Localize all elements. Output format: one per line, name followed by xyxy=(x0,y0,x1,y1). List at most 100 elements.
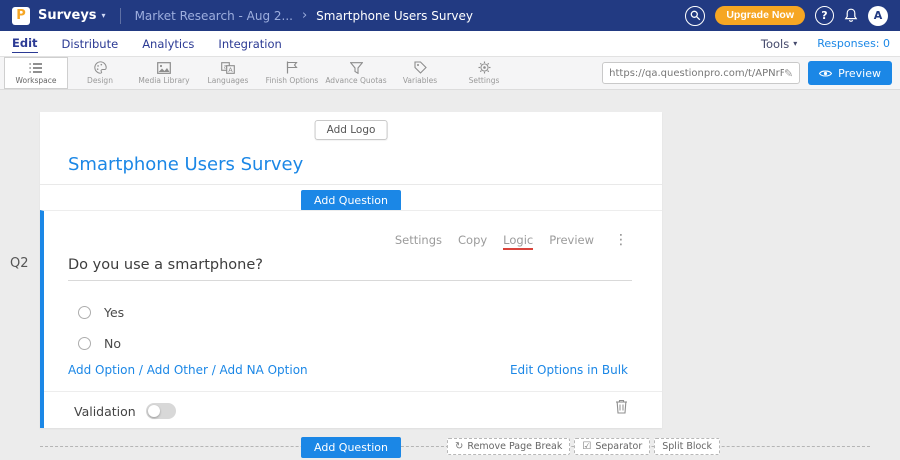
page-break-controls: ↻ Remove Page Break ☑ Separator Split Bl… xyxy=(447,438,720,455)
svg-text:A: A xyxy=(228,65,233,73)
question-actions: Settings Copy Logic Preview ⋮ xyxy=(395,233,628,250)
kebab-menu-icon[interactable]: ⋮ xyxy=(614,233,628,247)
languages-icon: a A xyxy=(221,62,235,74)
breadcrumb-chevron-icon: › xyxy=(302,8,307,23)
breadcrumb-parent[interactable]: Market Research - Aug 2... xyxy=(135,9,293,23)
remove-page-break-icon: ↻ xyxy=(455,441,463,452)
question-action-preview[interactable]: Preview xyxy=(549,233,594,247)
tab-analytics[interactable]: Analytics xyxy=(142,35,194,53)
bell-icon xyxy=(844,8,858,23)
divider xyxy=(40,184,662,185)
search-button[interactable] xyxy=(685,6,705,26)
question-block: Settings Copy Logic Preview ⋮ Do you use… xyxy=(40,210,662,428)
notifications-button[interactable] xyxy=(844,8,858,23)
remove-page-break-button[interactable]: ↻ Remove Page Break xyxy=(447,438,570,455)
validation-row: Validation xyxy=(74,403,176,419)
separator-icon: ☑ xyxy=(582,441,591,452)
toolbar-item-label: Advance Quotas xyxy=(325,76,386,85)
breadcrumb-current: Smartphone Users Survey xyxy=(316,9,473,23)
question-action-logic[interactable]: Logic xyxy=(503,233,533,250)
split-block-button[interactable]: Split Block xyxy=(654,438,720,455)
survey-url-input[interactable] xyxy=(609,68,784,79)
advance-quotas-icon xyxy=(350,62,363,74)
tab-integration[interactable]: Integration xyxy=(218,35,281,53)
upgrade-button[interactable]: Upgrade Now xyxy=(715,6,805,25)
app-name-label: Surveys xyxy=(38,8,97,23)
question-code: Q2 xyxy=(10,256,29,271)
help-button[interactable]: ? xyxy=(815,6,834,25)
toolbar-item-label: Settings xyxy=(469,76,500,85)
answer-option-label: Yes xyxy=(104,305,124,320)
split-block-label: Split Block xyxy=(662,441,712,452)
responses-count-link[interactable]: Responses: 0 xyxy=(817,37,890,50)
answer-option-row: Yes xyxy=(78,305,124,320)
toolbar-item-variables[interactable]: Variables xyxy=(388,57,452,89)
app-switcher[interactable]: Surveys ▾ xyxy=(38,8,106,23)
tools-menu[interactable]: Tools ▾ xyxy=(761,37,797,51)
workspace-toolbar: Workspace Design Media Library a A Langu… xyxy=(0,57,900,90)
radio-button[interactable] xyxy=(78,306,91,319)
workspace-icon xyxy=(29,62,43,74)
add-question-button-top[interactable]: Add Question xyxy=(301,190,401,211)
toolbar-item-workspace[interactable]: Workspace xyxy=(4,57,68,89)
divider xyxy=(44,391,662,392)
toolbar-item-label: Languages xyxy=(208,76,249,85)
remove-page-break-label: Remove Page Break xyxy=(467,441,562,452)
question-text[interactable]: Do you use a smartphone? xyxy=(68,257,263,273)
toolbar-item-design[interactable]: Design xyxy=(68,57,132,89)
toolbar-item-label: Design xyxy=(87,76,113,85)
toolbar-item-settings[interactable]: Settings xyxy=(452,57,516,89)
pencil-icon[interactable]: ✎ xyxy=(784,67,793,80)
radio-button[interactable] xyxy=(78,337,91,350)
toggle-knob xyxy=(148,405,160,417)
toolbar-item-label: Finish Options xyxy=(266,76,319,85)
question-action-copy[interactable]: Copy xyxy=(458,233,487,247)
top-bar-actions: Upgrade Now ? A xyxy=(685,6,888,26)
add-logo-button[interactable]: Add Logo xyxy=(315,120,388,140)
caret-down-icon: ▾ xyxy=(793,39,797,48)
preview-button[interactable]: Preview xyxy=(808,61,892,85)
survey-title[interactable]: Smartphone Users Survey xyxy=(68,154,303,175)
eye-icon xyxy=(819,69,832,78)
design-icon xyxy=(94,61,107,74)
user-avatar[interactable]: A xyxy=(868,6,888,26)
survey-canvas: Q2 Add Logo Smartphone Users Survey Add … xyxy=(0,90,900,460)
toolbar-item-languages[interactable]: a A Languages xyxy=(196,57,260,89)
toolbar-item-label: Variables xyxy=(403,76,437,85)
tools-label: Tools xyxy=(761,37,789,51)
tab-edit[interactable]: Edit xyxy=(12,34,38,53)
toolbar-right: ✎ Preview xyxy=(602,57,900,89)
variables-icon xyxy=(414,61,427,74)
toolbar-item-advance-quotas[interactable]: Advance Quotas xyxy=(324,57,388,89)
preview-label: Preview xyxy=(838,67,881,80)
add-question-button-bottom[interactable]: Add Question xyxy=(301,437,401,458)
divider xyxy=(120,8,121,24)
validation-toggle[interactable] xyxy=(146,403,176,419)
question-action-settings[interactable]: Settings xyxy=(395,233,442,247)
answer-option-label: No xyxy=(104,336,121,351)
settings-icon xyxy=(478,61,491,74)
caret-down-icon: ▾ xyxy=(102,11,106,20)
tab-distribute[interactable]: Distribute xyxy=(62,35,119,53)
survey-url-box: ✎ xyxy=(602,62,800,84)
nav-right: Tools ▾ Responses: 0 xyxy=(761,37,890,51)
survey-card: Add Logo Smartphone Users Survey Add Que… xyxy=(40,112,662,428)
validation-label: Validation xyxy=(74,404,136,419)
toolbar-item-media-library[interactable]: Media Library xyxy=(132,57,196,89)
edit-options-in-bulk-link[interactable]: Edit Options in Bulk xyxy=(510,363,628,377)
edit-nav-bar: Edit Distribute Analytics Integration To… xyxy=(0,31,900,57)
delete-question-button[interactable] xyxy=(615,399,628,418)
finish-options-icon xyxy=(286,61,298,74)
search-icon xyxy=(690,10,701,21)
toolbar-item-label: Workspace xyxy=(16,76,57,85)
question-text-underline xyxy=(68,280,632,281)
toolbar-item-label: Media Library xyxy=(138,76,189,85)
media-library-icon xyxy=(157,62,171,74)
trash-icon xyxy=(615,399,628,414)
separator-label: Separator xyxy=(595,441,642,452)
add-option-links[interactable]: Add Option / Add Other / Add NA Option xyxy=(68,363,308,377)
app-logo[interactable]: P xyxy=(12,7,30,25)
separator-button[interactable]: ☑ Separator xyxy=(574,438,650,455)
toolbar-item-finish-options[interactable]: Finish Options xyxy=(260,57,324,89)
top-bar: P Surveys ▾ Market Research - Aug 2... ›… xyxy=(0,0,900,31)
